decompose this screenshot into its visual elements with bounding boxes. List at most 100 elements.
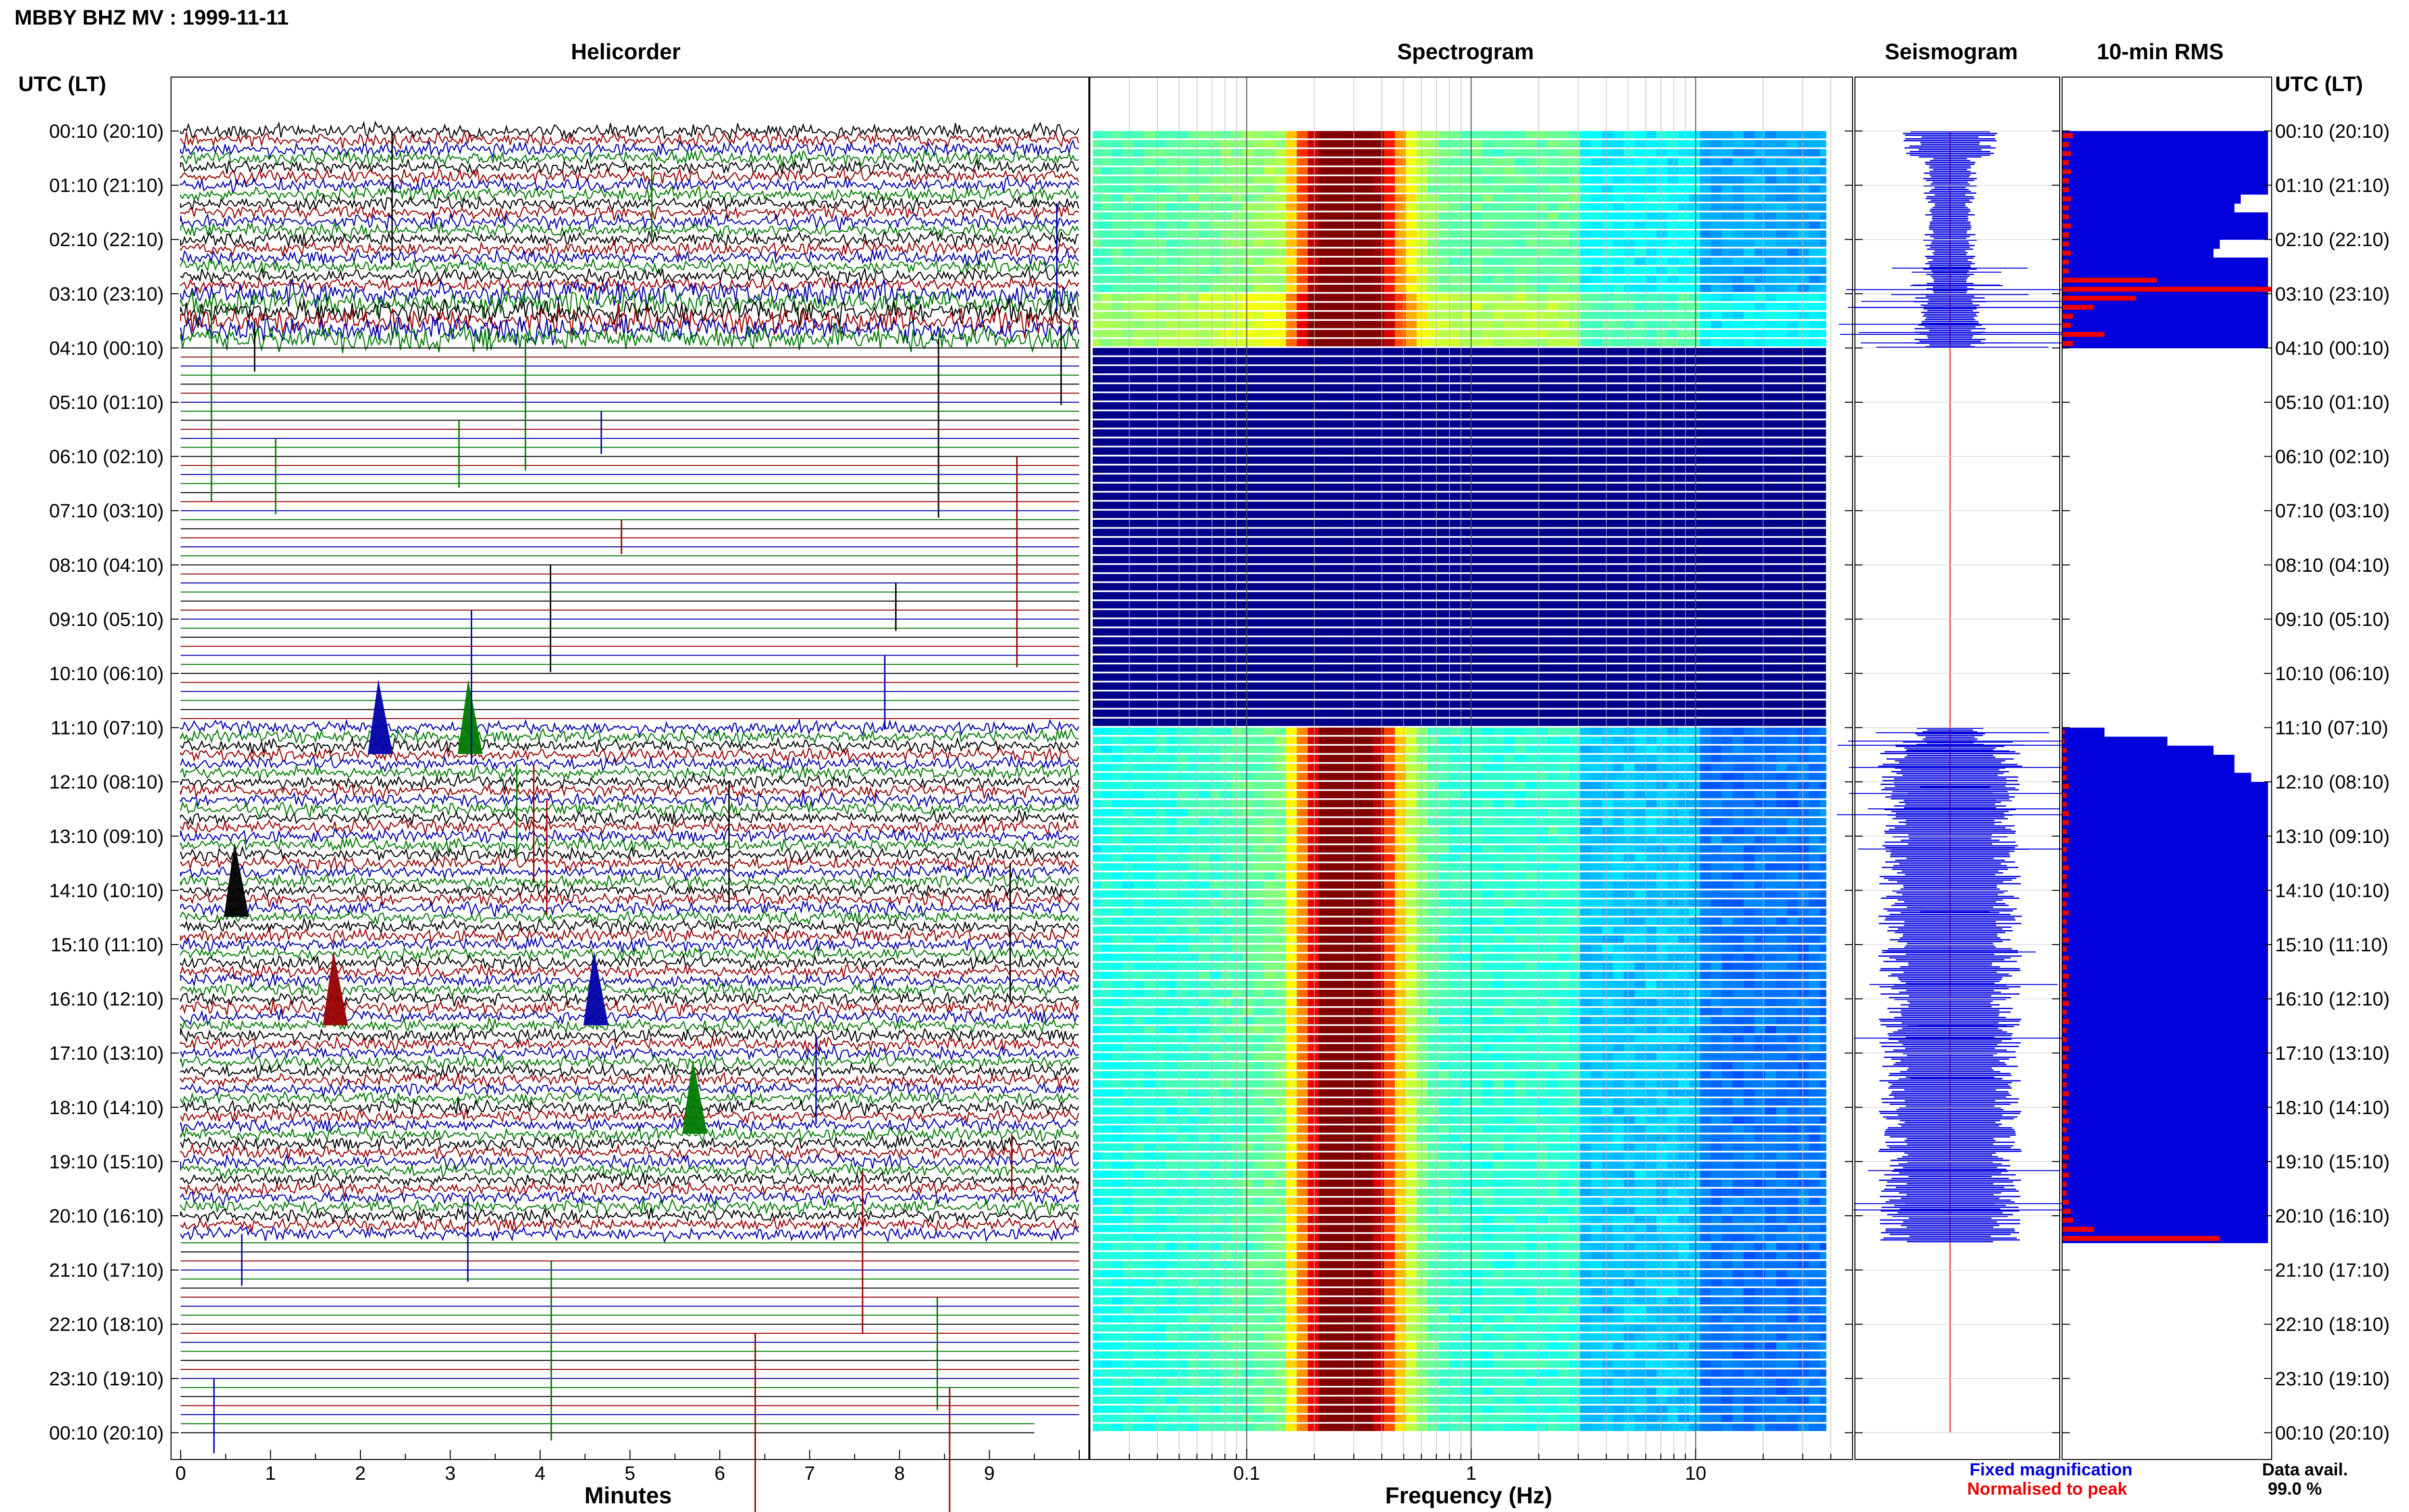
spectrogram-cell [1275,1134,1286,1142]
spectrogram-cell [1253,212,1265,220]
spectrogram-cell [1144,339,1156,346]
spectrogram-cell [1776,158,1787,166]
spectrogram-cell [1155,727,1166,735]
spectrogram-cell [1787,266,1799,274]
spectrogram-cell [1297,989,1308,998]
spectrogram-cell [1093,836,1101,844]
spectrogram-cell [1656,1134,1668,1142]
spectrogram-cell [1438,149,1450,157]
helicorder-trace [180,1224,1079,1244]
spectrogram-cell [1209,754,1221,763]
spectrogram-cell [1209,167,1221,175]
spectrogram-cell [1700,972,1711,979]
spectrogram-cell [1373,339,1385,346]
spectrogram-cell [1743,863,1755,871]
spectrogram-cell [1395,230,1406,238]
spectrogram-cell [1351,329,1363,338]
spectrogram-cell [1460,212,1472,220]
spectrogram-cell [1362,945,1374,952]
spectrogram-cell [1721,981,1733,988]
spectrogram-cell [1318,1125,1330,1133]
spectrogram-cell [1798,746,1810,753]
spectrogram-cell [1580,1089,1591,1097]
helicorder-event [457,679,483,754]
spectrogram-cell [1242,863,1254,871]
spectrogram-cell [1525,266,1537,274]
spectrogram-cell [1689,312,1700,319]
spectrogram-cell [1460,989,1472,998]
spectrogram-cell [1122,872,1134,880]
spectrogram-cell [1112,339,1123,346]
spectrogram-cell [1536,212,1548,220]
spectrogram-cell [1297,1035,1308,1042]
spectrogram-cell [1177,1107,1189,1115]
spectrogram-cell [1093,249,1101,256]
spectrogram-cell [1624,239,1635,247]
spectrogram-cell [1318,1026,1330,1034]
spectrogram-cell [1188,285,1199,292]
spectrogram-cell [1242,140,1254,148]
spectrogram-cell [1416,972,1428,979]
spectrogram-cell [1144,818,1156,826]
spectrogram-cell [1199,845,1210,853]
spectrogram-cell [1776,736,1787,744]
spectrogram-cell [1100,827,1112,835]
spectrogram-cell [1286,1026,1297,1034]
spectrogram-cell [1678,962,1690,970]
spectrogram-cell [1093,1062,1101,1070]
spectrogram-cell [1373,1071,1385,1078]
spectrogram-cell [1504,158,1515,166]
spectrogram-cell [1308,1125,1319,1133]
spectrogram-cell [1721,321,1733,329]
spectrogram-cell [1547,1116,1559,1124]
spectrogram-cell [1482,818,1494,826]
spectrogram-cell [1093,601,1826,609]
spectrogram-cell [1580,1134,1591,1142]
spectrogram-cell [1318,176,1330,184]
spectrogram-cell [1798,1008,1810,1015]
spectrogram-cell [1318,782,1330,789]
spectrogram-cell [1384,782,1395,789]
spectrogram-cell [1536,1008,1548,1015]
spectrogram-cell [1733,149,1744,157]
spectrogram-cell [1515,989,1526,998]
spectrogram-cell [1602,257,1614,265]
spectrogram-cell [1711,972,1722,979]
spectrogram-cell [1515,257,1526,265]
spectrogram-cell [1133,935,1145,943]
spectrogram-cell [1820,158,1827,166]
spectrogram-cell [1624,1035,1635,1042]
spectrogram-cell [1286,908,1297,916]
spectrogram-cell [1569,239,1581,247]
spectrogram-cell [1438,945,1450,952]
spectrogram-cell [1765,972,1777,979]
spectrogram-cell [1177,1134,1189,1142]
spectrogram-cell [1362,736,1374,744]
spectrogram-cell [1460,763,1472,771]
spectrogram-cell [1645,827,1657,835]
spectrogram-cell [1667,827,1679,835]
spectrogram-cell [1351,953,1363,961]
spectrogram-cell [1093,511,1826,518]
spectrogram-cell [1656,1026,1668,1034]
spectrogram-cell [1144,763,1156,771]
spectrogram-cell [1743,230,1755,238]
spectrogram-cell [1754,149,1766,157]
spectrogram-cell [1199,782,1210,789]
spectrogram-cell [1547,1098,1559,1106]
spectrogram-cell [1711,863,1722,871]
spectrogram-cell [1493,935,1504,943]
spectrogram-cell [1112,935,1123,943]
spectrogram-cell [1428,1107,1439,1115]
spectrogram-cell [1613,727,1624,735]
spectrogram-cell [1558,312,1570,319]
spectrogram-cell [1188,981,1199,988]
spectrogram-cell [1743,257,1755,265]
spectrogram-cell [1700,773,1711,780]
spectrogram-cell [1308,1116,1319,1124]
spectrogram-cell [1733,302,1744,310]
spectrogram-cell [1264,239,1275,247]
spectrogram-cell [1547,131,1559,139]
spectrogram-cell [1515,276,1526,283]
spectrogram-cell [1536,945,1548,952]
